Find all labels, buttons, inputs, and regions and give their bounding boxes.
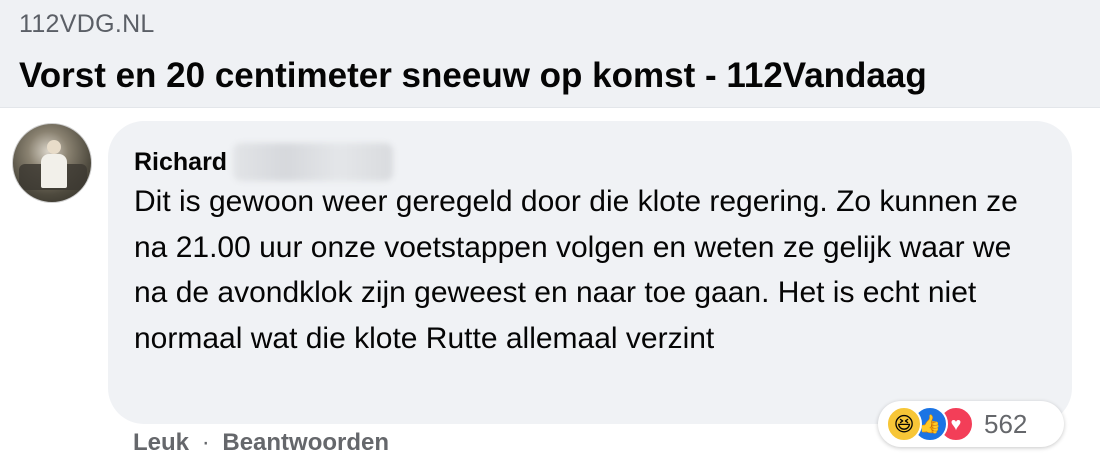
- reaction-summary[interactable]: 😆 👍 ♥ 562: [878, 401, 1064, 447]
- comment-actions: Leuk · Beantwoorden: [133, 429, 389, 457]
- reaction-count: 562: [984, 408, 1028, 439]
- comment-author-name[interactable]: Richard: [134, 148, 227, 177]
- haha-icon: 😆: [886, 406, 922, 442]
- reply-action[interactable]: Beantwoorden: [222, 429, 389, 456]
- avatar[interactable]: [12, 123, 92, 203]
- redacted-surname: [233, 143, 394, 181]
- avatar-photo-head: [47, 140, 61, 154]
- comment-author-row: Richard: [134, 143, 394, 181]
- link-preview[interactable]: 112VDG.NL Vorst en 20 centimeter sneeuw …: [0, 0, 1100, 108]
- like-action[interactable]: Leuk: [133, 429, 189, 456]
- comment-bubble: Richard Dit is gewoon weer geregeld door…: [108, 121, 1072, 424]
- link-domain: 112VDG.NL: [19, 10, 155, 38]
- link-title[interactable]: Vorst en 20 centimeter sneeuw op komst -…: [19, 56, 927, 96]
- comment-text: Dit is gewoon weer geregeld door die klo…: [134, 185, 1018, 355]
- avatar-photo-body: [41, 154, 67, 188]
- action-separator: ·: [201, 429, 210, 456]
